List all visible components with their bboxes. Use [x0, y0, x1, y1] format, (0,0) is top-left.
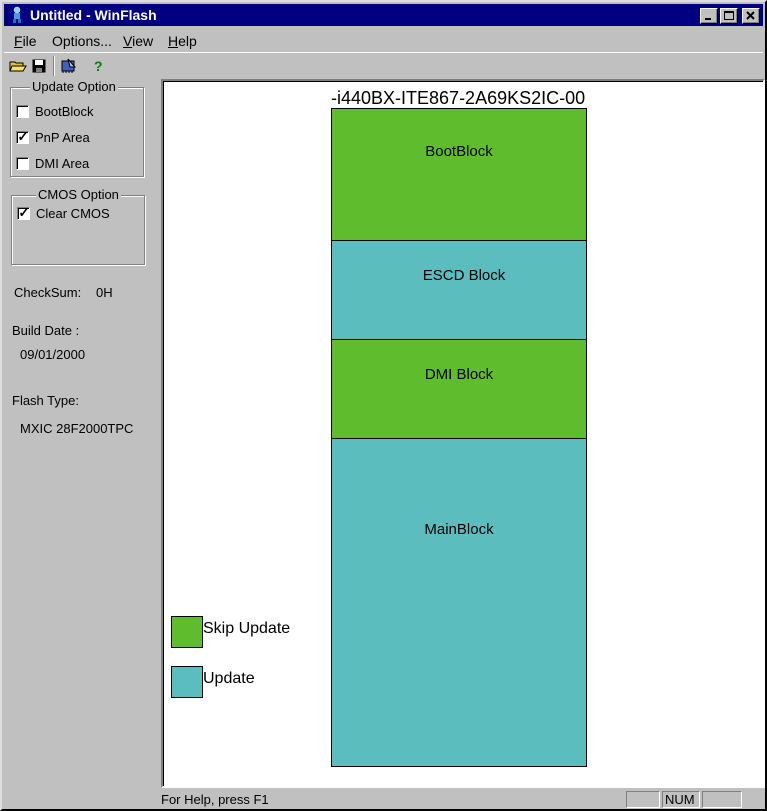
menu-help-label: elp — [178, 33, 197, 49]
menu-file-accel: F — [14, 33, 23, 49]
clear-cmos-label: Clear CMOS — [36, 206, 110, 221]
menu-help-accel: H — [168, 33, 179, 49]
toolbar-separator — [53, 56, 55, 76]
minimize-icon — [705, 18, 711, 20]
winflash-window: Untitled - WinFlash File Options... View… — [0, 0, 767, 811]
dmi-block-region-label: DMI Block — [424, 366, 494, 383]
window-title: Untitled - WinFlash — [30, 7, 157, 23]
menu-view-label: iew — [132, 33, 154, 49]
dmi-area-checkbox-box[interactable] — [16, 157, 29, 170]
legend-update-label: Update — [203, 670, 255, 687]
status-bar: For Help, press F1 NUM — [4, 789, 763, 809]
clear-cmos-checkbox-box[interactable]: ✓ — [17, 205, 30, 220]
update-option-group: Update Option BootBlock ✓ PnP Area DMI A… — [10, 79, 144, 177]
help-button[interactable]: ? — [88, 56, 110, 76]
status-num-panel: NUM — [662, 791, 700, 808]
mainblock-region-label: MainBlock — [424, 521, 494, 538]
build-date-value: 09/01/2000 — [20, 347, 86, 362]
legend-skip-swatch — [171, 616, 203, 648]
status-scroll-panel — [702, 791, 742, 808]
update-option-title: Update Option — [30, 79, 118, 94]
status-help-text: For Help, press F1 — [161, 792, 269, 807]
escd-block-region: ESCD Block — [331, 240, 587, 340]
menu-file[interactable]: File — [14, 33, 37, 49]
open-button[interactable] — [7, 56, 29, 76]
bootblock-checkbox-box[interactable] — [16, 105, 29, 118]
open-folder-icon — [9, 61, 27, 72]
close-button[interactable] — [742, 8, 760, 24]
menu-options-label: Options... — [52, 33, 112, 49]
flash-type-label: Flash Type: — [12, 393, 79, 408]
save-disk-icon — [32, 59, 46, 73]
bootblock-region-label: BootBlock — [425, 143, 493, 160]
legend-skip-label: Skip Update — [203, 620, 291, 637]
flash-map-canvas: -i440BX-ITE867-2A69KS2IC-00 BootBlock ES… — [161, 79, 765, 788]
close-icon — [746, 11, 755, 20]
dmi-block-region: DMI Block — [331, 339, 587, 439]
pnp-area-check-mark: ✓ — [17, 129, 29, 144]
toolbar: ? — [4, 52, 763, 78]
clear-cmos-check-mark: ✓ — [18, 205, 30, 220]
mainblock-region: MainBlock — [331, 438, 587, 767]
num-lock-indicator: NUM — [665, 792, 695, 807]
checksum-label: CheckSum: — [14, 285, 82, 300]
title-bar[interactable]: Untitled - WinFlash — [4, 4, 763, 26]
dmi-area-label: DMI Area — [35, 156, 90, 171]
maximize-icon — [724, 11, 734, 20]
status-caps-panel — [626, 791, 660, 808]
checksum-value: 0H — [96, 285, 113, 300]
bootblock-label: BootBlock — [35, 104, 94, 119]
flash-type-value: MXIC 28F2000TPC — [20, 421, 134, 436]
pnp-area-checkbox-box[interactable]: ✓ — [16, 129, 29, 144]
menu-view[interactable]: View — [123, 33, 153, 49]
menu-file-label: ile — [22, 33, 37, 49]
menu-help[interactable]: Help — [168, 33, 197, 49]
svg-text:?: ? — [94, 58, 103, 74]
pnp-area-label: PnP Area — [35, 130, 90, 145]
options-pane: Update Option BootBlock ✓ PnP Area DMI A… — [4, 79, 161, 788]
cmos-option-group: CMOS Option ✓ Clear CMOS — [11, 187, 145, 265]
legend-update-swatch — [171, 666, 203, 698]
flash-button[interactable] — [58, 56, 80, 76]
flash-chip-icon — [61, 58, 77, 73]
cmos-option-title: CMOS Option — [36, 187, 121, 202]
winflash-app-icon — [8, 6, 26, 24]
menu-bar: File Options... View Help — [4, 28, 763, 52]
maximize-button[interactable] — [720, 8, 738, 24]
save-button[interactable] — [29, 56, 51, 76]
menu-view-accel: V — [123, 33, 133, 49]
help-icon: ? — [94, 58, 103, 74]
escd-block-region-label: ESCD Block — [422, 267, 506, 284]
build-date-label: Build Date : — [12, 323, 80, 338]
bootblock-region: BootBlock — [331, 108, 587, 241]
menu-options[interactable]: Options... — [52, 33, 112, 49]
minimize-button[interactable] — [700, 8, 718, 24]
bios-id-label: -i440BX-ITE867-2A69KS2IC-00 — [331, 88, 586, 108]
